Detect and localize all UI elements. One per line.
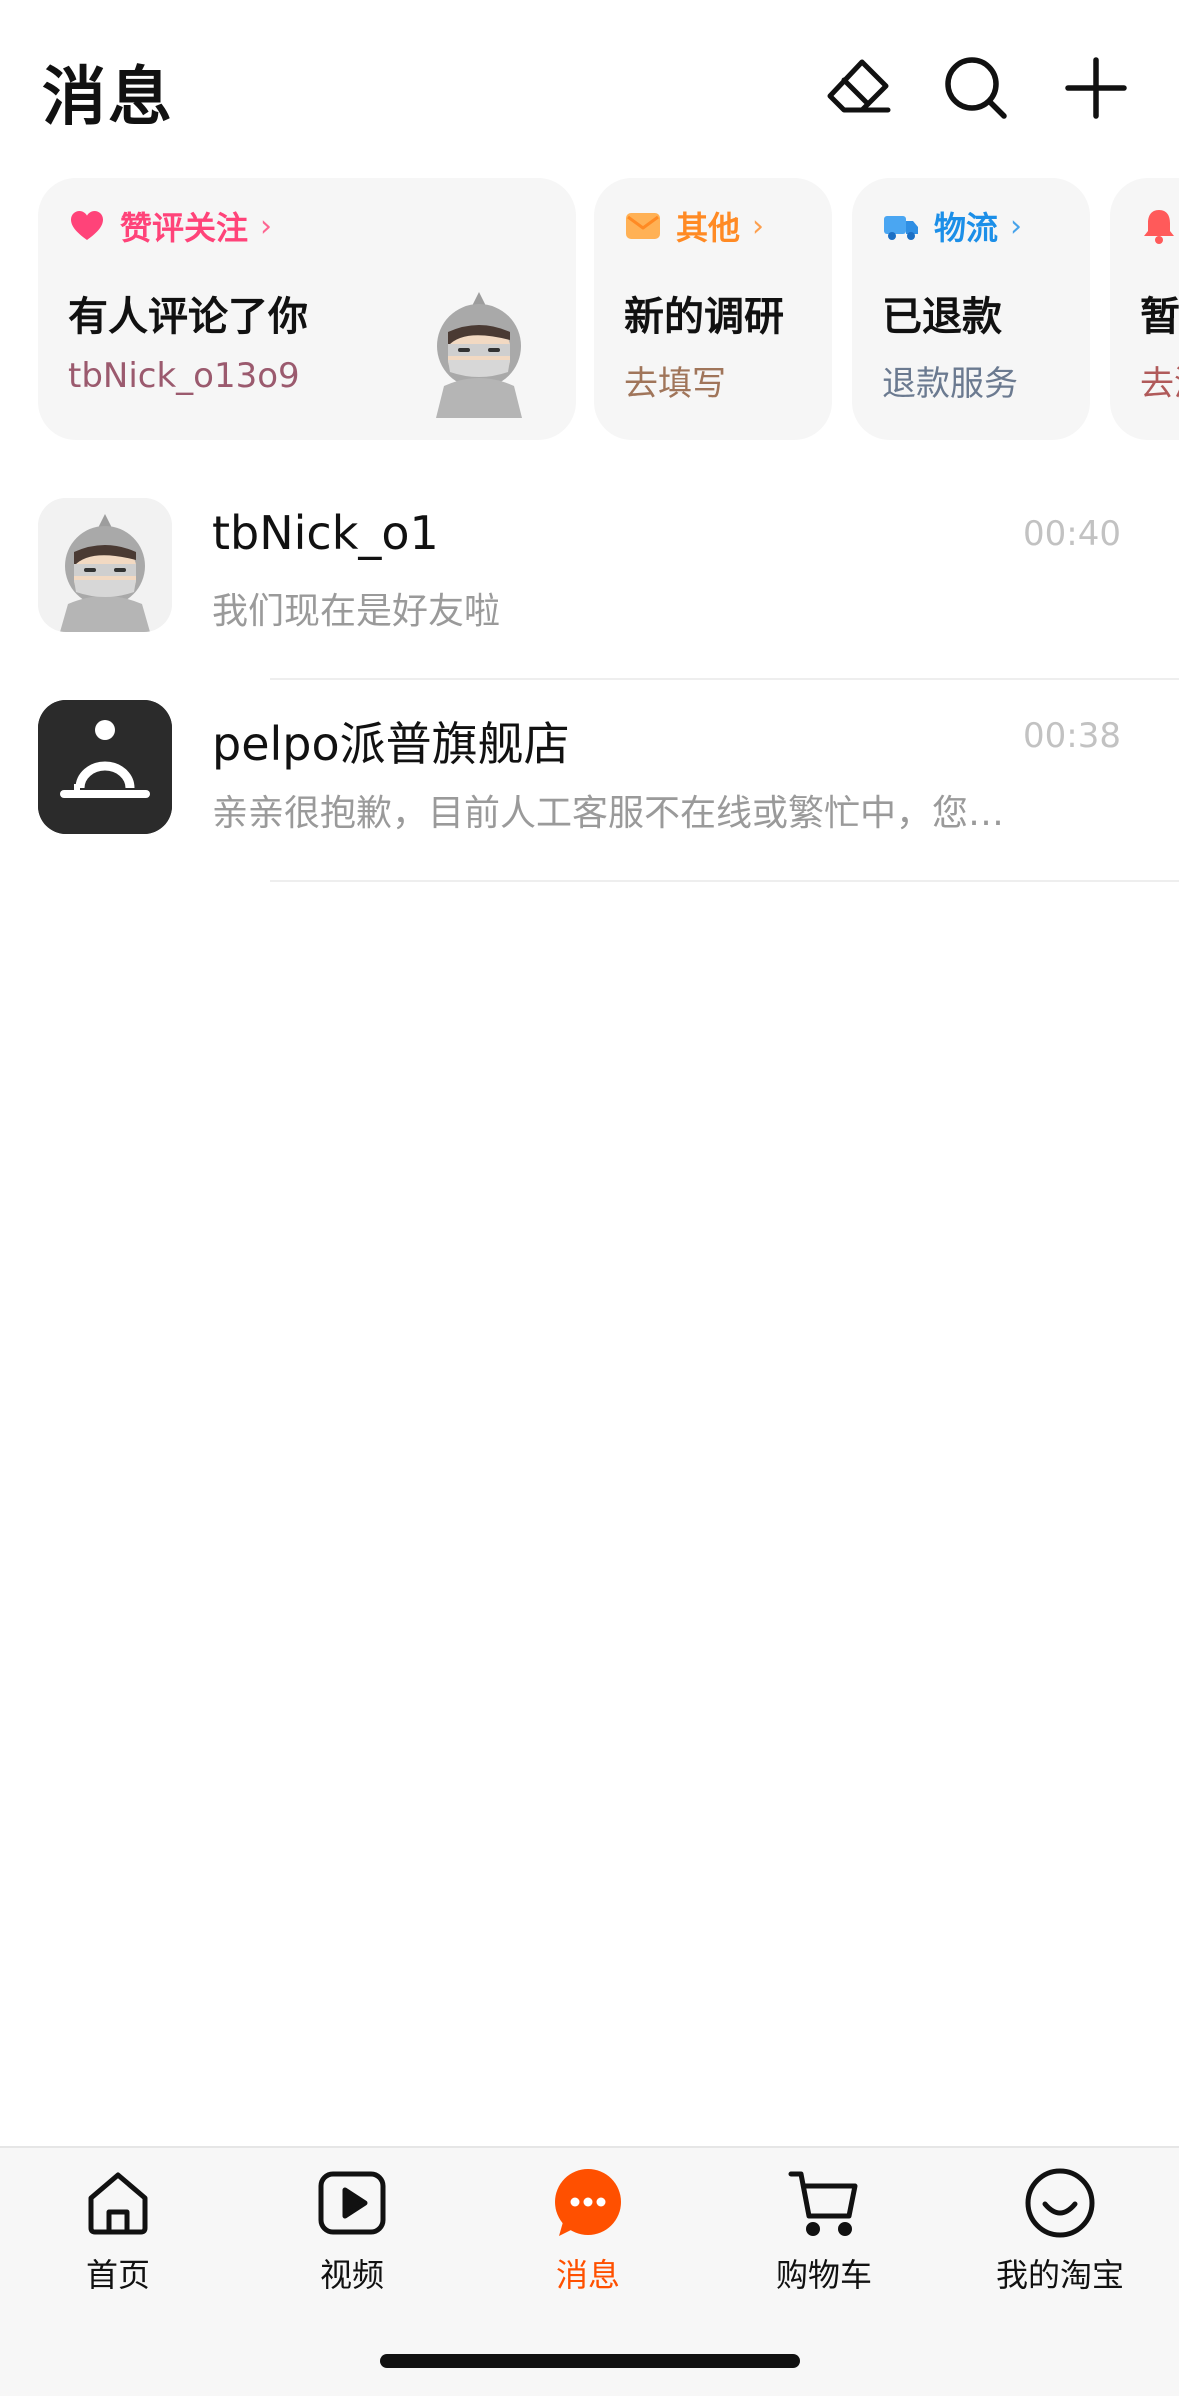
card-subtitle: tbNick_o13o9	[68, 356, 300, 396]
card-subtitle: 去填写	[624, 364, 726, 404]
card-tag: 物流 ›	[882, 202, 1022, 250]
card-tag: 其他 ›	[624, 202, 764, 250]
tab-label: 视频	[319, 2256, 384, 2294]
tab-messages[interactable]: 消息	[488, 2166, 688, 2296]
tab-label: 首页	[85, 2256, 150, 2294]
conversation-name: tbNick_o1	[212, 506, 439, 560]
chevron-right-icon: ›	[260, 208, 273, 244]
tab-my-taobao[interactable]: 我的淘宝	[960, 2166, 1160, 2296]
search-icon[interactable]	[940, 52, 1012, 124]
heart-icon	[68, 207, 106, 245]
messages-screen: 消息 赞评关注 › 有人评论了你 tbNick_o13o9 其他 › 新的调研 …	[0, 0, 1179, 2396]
chevron-right-icon: ›	[1010, 208, 1023, 244]
home-icon	[81, 2166, 155, 2240]
card-tag	[1140, 202, 1179, 250]
video-icon	[315, 2166, 389, 2240]
page-title: 消息	[42, 61, 174, 135]
category-cards: 赞评关注 › 有人评论了你 tbNick_o13o9 其他 › 新的调研 去填写…	[0, 178, 1179, 442]
conversation-row[interactable]: pelpo派普旗舰店 00:38 亲亲很抱歉，目前人工客服不在线或繁忙中，您…	[0, 680, 1179, 882]
card-other[interactable]: 其他 › 新的调研 去填写	[594, 178, 832, 440]
mail-icon	[624, 207, 662, 245]
ninja-avatar	[38, 498, 172, 632]
truck-icon	[882, 207, 920, 245]
tab-home[interactable]: 首页	[18, 2166, 218, 2296]
card-title: 已退款	[882, 294, 1002, 340]
conversation-name: pelpo派普旗舰店	[212, 717, 570, 771]
card-logistics[interactable]: 物流 › 已退款 退款服务	[852, 178, 1090, 440]
divider	[270, 880, 1179, 882]
card-title: 有人评论了你	[68, 294, 308, 340]
card-subtitle: 退款服务	[882, 364, 1018, 404]
home-indicator[interactable]	[380, 2354, 800, 2368]
card-tag-label: 物流	[934, 209, 999, 247]
tab-label: 我的淘宝	[995, 2256, 1124, 2294]
tab-label: 消息	[555, 2256, 620, 2294]
bell-icon	[1140, 207, 1178, 245]
plus-icon[interactable]	[1060, 52, 1132, 124]
card-tag: 赞评关注 ›	[68, 202, 272, 250]
tab-video[interactable]: 视频	[252, 2166, 452, 2296]
conversation-time: 00:40	[1023, 514, 1121, 554]
ninja-avatar	[424, 288, 534, 418]
tab-label: 购物车	[775, 2256, 872, 2294]
conversation-list: tbNick_o1 00:40 我们现在是好友啦 pelpo派普旗舰店 00:3…	[0, 478, 1179, 882]
conversation-row[interactable]: tbNick_o1 00:40 我们现在是好友啦	[0, 478, 1179, 680]
card-subtitle: 去添	[1140, 364, 1179, 404]
card-title: 新的调研	[624, 294, 784, 340]
card-notifications[interactable]: 暂 去添	[1110, 178, 1179, 440]
chevron-right-icon: ›	[752, 208, 765, 244]
smile-icon	[1023, 2166, 1097, 2240]
store-logo	[38, 700, 172, 834]
conversation-preview: 我们现在是好友啦	[212, 591, 501, 632]
tab-cart[interactable]: 购物车	[724, 2166, 924, 2296]
card-title: 暂	[1140, 294, 1179, 340]
header: 消息	[0, 0, 1179, 170]
conversation-preview: 亲亲很抱歉，目前人工客服不在线或繁忙中，您…	[212, 793, 1005, 834]
eraser-icon[interactable]	[822, 52, 894, 124]
cart-icon	[787, 2166, 861, 2240]
conversation-time: 00:38	[1023, 716, 1121, 756]
message-icon	[551, 2166, 625, 2240]
card-likes-comments[interactable]: 赞评关注 › 有人评论了你 tbNick_o13o9	[38, 178, 576, 440]
card-tag-label: 其他	[676, 209, 741, 247]
card-tag-label: 赞评关注	[120, 209, 249, 247]
